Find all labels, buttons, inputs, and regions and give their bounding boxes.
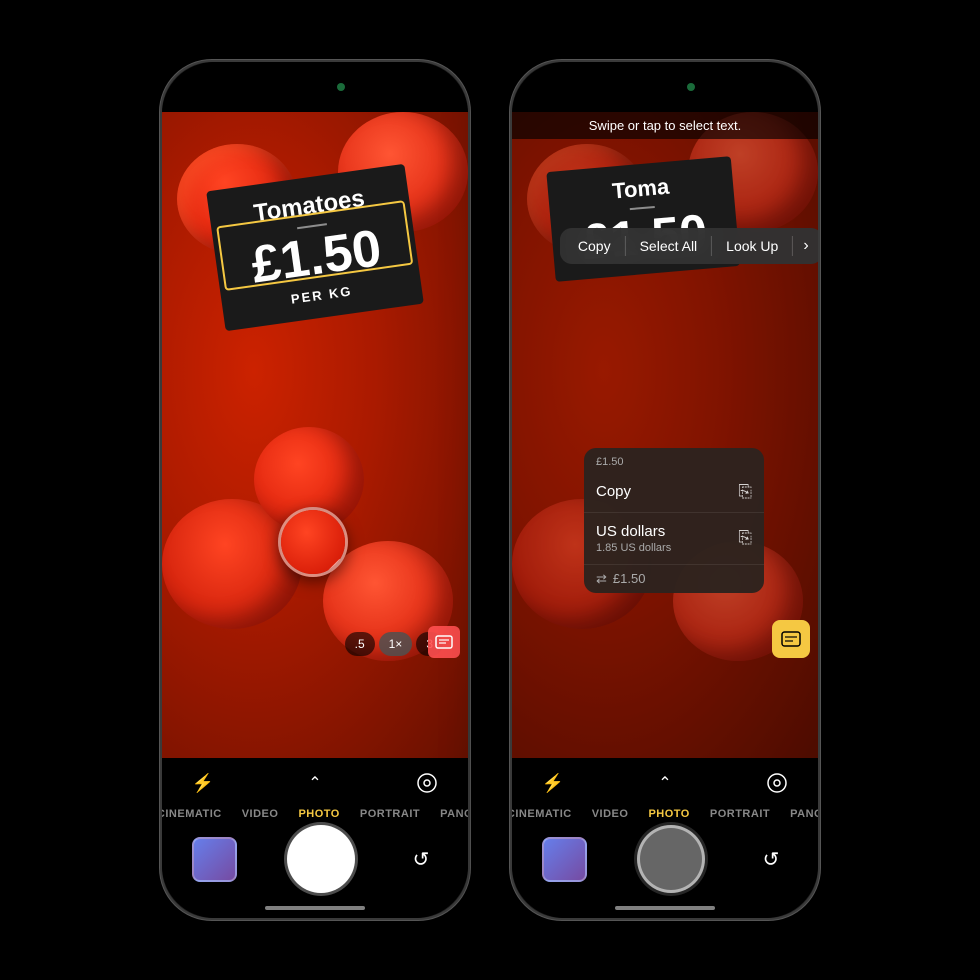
chevron-icon-2: ⌃ <box>658 773 671 793</box>
mode-portrait-1[interactable]: PORTRAIT <box>360 808 420 820</box>
price-sign-1: Tomatoes £1.50 PER KG <box>206 163 424 330</box>
mode-video-1[interactable]: VIDEO <box>242 808 279 820</box>
settings-icon-1 <box>416 772 438 794</box>
shutter-btn-2[interactable] <box>637 825 705 893</box>
shutter-row-2: ↺ <box>512 825 818 893</box>
front-camera-dot-1 <box>337 83 345 91</box>
shutter-btn-1[interactable] <box>287 825 355 893</box>
dropdown-usd-item[interactable]: US dollars 1.85 US dollars ⎘ <box>584 513 764 565</box>
chevron-icon-1: ⌃ <box>308 773 321 793</box>
live-text-btn-2[interactable] <box>772 620 810 658</box>
ctx-look-up-btn[interactable]: Look Up <box>714 232 790 260</box>
viewfinder-1: Tomatoes £1.50 PER KG .5 1× 3 <box>162 112 468 758</box>
flash-control-1[interactable]: ⚡ <box>187 767 219 799</box>
tomato-background-1: Tomatoes £1.50 PER KG .5 1× 3 <box>162 112 468 758</box>
phone-top-2 <box>512 62 818 112</box>
mode-portrait-2[interactable]: PORTRAIT <box>710 808 770 820</box>
tomato-background-2: Swipe or tap to select text. Toma £1.50 … <box>512 112 818 758</box>
dynamic-island-1 <box>265 73 365 101</box>
ctx-divider-2 <box>711 236 712 256</box>
dropdown-copy-item[interactable]: Copy ⎘ <box>584 472 764 513</box>
dropdown-usd-label: US dollars <box>596 523 671 540</box>
flash-icon-2: ⚡ <box>542 773 564 794</box>
magnifier <box>278 507 348 577</box>
copy-icon: ⎘ <box>738 482 752 502</box>
dropdown-header: £1.50 <box>584 448 764 472</box>
dynamic-island-2 <box>615 73 715 101</box>
zoom-05-btn[interactable]: .5 <box>345 632 375 656</box>
shutter-row-1: ↺ <box>162 825 468 893</box>
currency-symbol: ⇄ <box>596 571 607 587</box>
top-controls-1: ⚡ ⌃ <box>162 766 468 800</box>
mode-cinematic-1[interactable]: CINEMATIC <box>162 808 222 820</box>
mode-bar-1: CINEMATIC VIDEO PHOTO PORTRAIT PANO <box>162 808 468 820</box>
mode-bar-2: CINEMATIC VIDEO PHOTO PORTRAIT PANO <box>512 808 818 820</box>
mode-pano-1[interactable]: PANO <box>440 808 468 820</box>
flash-control-2[interactable]: ⚡ <box>537 767 569 799</box>
mode-video-2[interactable]: VIDEO <box>592 808 629 820</box>
ctx-divider-1 <box>625 236 626 256</box>
ctx-copy-btn[interactable]: Copy <box>566 232 623 260</box>
zoom-1x-btn[interactable]: 1× <box>379 632 413 656</box>
ctx-more-btn[interactable]: › <box>795 233 816 259</box>
thumbnail-2[interactable] <box>542 837 587 882</box>
ctx-select-all-btn[interactable]: Select All <box>628 232 710 260</box>
home-indicator-2 <box>615 906 715 910</box>
dropdown-panel: £1.50 Copy ⎘ US dollars 1.85 US dollars … <box>584 448 764 593</box>
chevron-control-2[interactable]: ⌃ <box>649 767 681 799</box>
phone-top-1 <box>162 62 468 112</box>
camera-controls-1: ⚡ ⌃ CINEMATIC VIDEO PHOTO PORTRAIT PANO <box>162 758 468 918</box>
mode-cinematic-2[interactable]: CINEMATIC <box>512 808 572 820</box>
phone-1: Tomatoes £1.50 PER KG .5 1× 3 <box>160 60 470 920</box>
dropdown-usd-sub: 1.85 US dollars <box>596 542 671 554</box>
mode-pano-2[interactable]: PANO <box>790 808 818 820</box>
context-menu: Copy Select All Look Up › <box>560 228 818 264</box>
ctx-divider-3 <box>792 236 793 256</box>
copy-icon-2: ⎘ <box>738 528 752 548</box>
swipe-hint: Swipe or tap to select text. <box>512 112 818 139</box>
camera-controls-2: ⚡ ⌃ CINEMATIC VIDEO PHOTO PORTRAIT PANO <box>512 758 818 918</box>
rotate-btn-1[interactable]: ↺ <box>404 842 438 876</box>
settings-control-1[interactable] <box>411 767 443 799</box>
viewfinder-2: Swipe or tap to select text. Toma £1.50 … <box>512 112 818 758</box>
home-indicator-1 <box>265 906 365 910</box>
thumbnail-1[interactable] <box>192 837 237 882</box>
dropdown-currency-btn[interactable]: ⇄ £1.50 <box>584 565 764 593</box>
settings-icon-2 <box>766 772 788 794</box>
mode-photo-1[interactable]: PHOTO <box>298 808 339 820</box>
front-camera-dot-2 <box>687 83 695 91</box>
dropdown-copy-label: Copy <box>596 483 631 500</box>
rotate-btn-2[interactable]: ↺ <box>754 842 788 876</box>
live-text-btn-1[interactable] <box>428 626 460 658</box>
mode-photo-2[interactable]: PHOTO <box>648 808 689 820</box>
flash-icon-1: ⚡ <box>192 773 214 794</box>
currency-price: £1.50 <box>613 571 646 586</box>
chevron-control-1[interactable]: ⌃ <box>299 767 331 799</box>
phone-2: Swipe or tap to select text. Toma £1.50 … <box>510 60 820 920</box>
top-controls-2: ⚡ ⌃ <box>512 766 818 800</box>
settings-control-2[interactable] <box>761 767 793 799</box>
